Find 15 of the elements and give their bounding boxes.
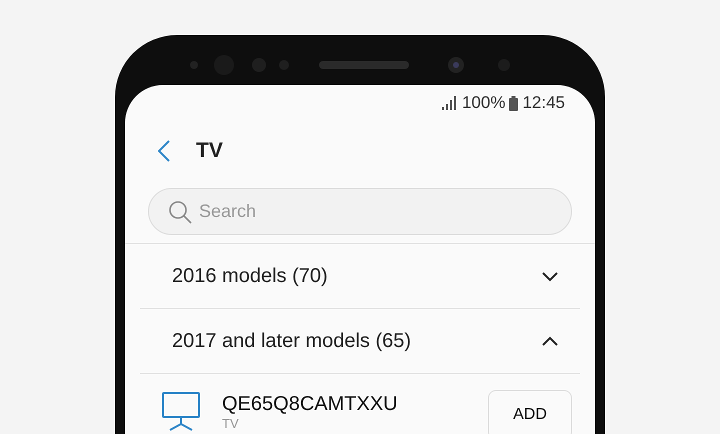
clock: 12:45 <box>522 93 565 113</box>
screen-title: TV <box>196 138 223 162</box>
group-label: 2016 models (70) <box>172 264 328 288</box>
battery-icon <box>509 96 518 110</box>
group-label: 2017 and later models (65) <box>172 330 412 352</box>
device-type: TV <box>222 416 240 431</box>
add-button[interactable]: ADD <box>488 390 572 434</box>
battery-level: 100% <box>462 93 506 113</box>
search-field[interactable]: Search <box>148 188 572 235</box>
model-group-row[interactable]: 2016 models (70) <box>140 244 580 309</box>
model-group-row[interactable]: 2017 and later models (65) <box>140 309 580 374</box>
signal-icon <box>442 96 458 110</box>
search-icon <box>168 200 192 224</box>
tv-icon <box>162 392 200 432</box>
device-name: QE65Q8CAMTXXU <box>222 392 399 416</box>
